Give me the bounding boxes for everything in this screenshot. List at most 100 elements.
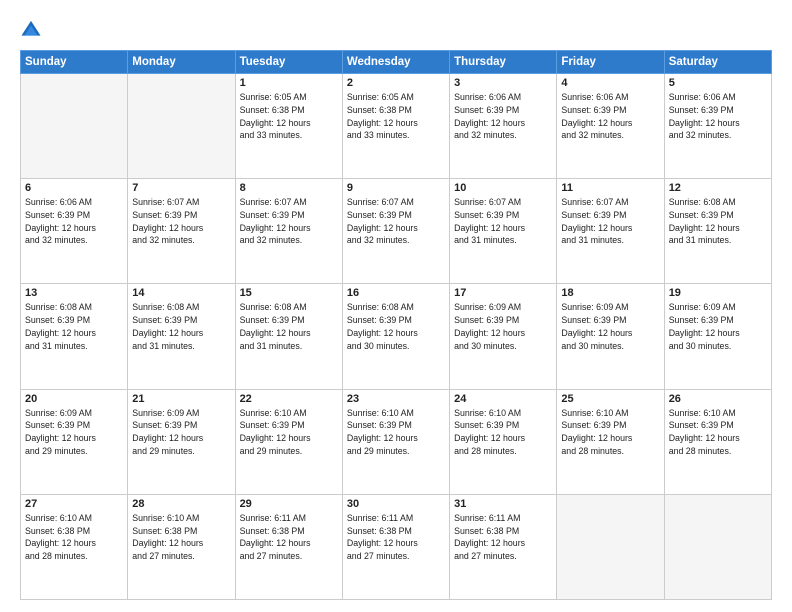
logo-icon [20, 18, 42, 40]
day-number: 7 [132, 182, 230, 194]
calendar-week-row: 20 Sunrise: 6:09 AMSunset: 6:39 PMDayligh… [21, 389, 772, 494]
calendar-day-cell: 19 Sunrise: 6:09 AMSunset: 6:39 PMDayligh… [664, 284, 771, 389]
calendar-day-cell: 29 Sunrise: 6:11 AMSunset: 6:38 PMDayligh… [235, 494, 342, 599]
calendar-day-cell: 16 Sunrise: 6:08 AMSunset: 6:39 PMDayligh… [342, 284, 449, 389]
day-info: Sunrise: 6:11 AMSunset: 6:38 PMDaylight:… [454, 512, 552, 563]
calendar-day-cell: 23Sunrise: 6:10 AMSunset: 6:39 PMDayligh… [342, 389, 449, 494]
calendar-day-cell: 1 Sunrise: 6:05 AMSunset: 6:38 PMDaylight… [235, 74, 342, 179]
day-info: Sunrise: 6:09 AMSunset: 6:39 PMDaylight:… [669, 301, 767, 352]
calendar-day-cell: 24Sunrise: 6:10 AMSunset: 6:39 PMDayligh… [450, 389, 557, 494]
day-info: Sunrise: 6:10 AMSunset: 6:38 PMDaylight:… [132, 512, 230, 563]
day-number: 28 [132, 498, 230, 510]
day-info: Sunrise: 6:08 AMSunset: 6:39 PMDaylight:… [347, 301, 445, 352]
day-info: Sunrise: 6:09 AMSunset: 6:39 PMDaylight:… [454, 301, 552, 352]
calendar-day-cell: 10 Sunrise: 6:07 AMSunset: 6:39 PMDayligh… [450, 179, 557, 284]
calendar-day-header: Saturday [664, 51, 771, 74]
calendar-day-cell: 4 Sunrise: 6:06 AMSunset: 6:39 PMDaylight… [557, 74, 664, 179]
logo [20, 18, 46, 40]
day-number: 19 [669, 287, 767, 299]
day-number: 8 [240, 182, 338, 194]
day-number: 22 [240, 393, 338, 405]
calendar-day-cell: 18 Sunrise: 6:09 AMSunset: 6:39 PMDayligh… [557, 284, 664, 389]
calendar-day-cell: 22 Sunrise: 6:10 AMSunset: 6:39 PMDayligh… [235, 389, 342, 494]
calendar-table: SundayMondayTuesdayWednesdayThursdayFrid… [20, 50, 772, 600]
day-info: Sunrise: 6:11 AMSunset: 6:38 PMDaylight:… [240, 512, 338, 563]
day-info: Sunrise: 6:07 AMSunset: 6:39 PMDaylight:… [561, 196, 659, 247]
day-number: 26 [669, 393, 767, 405]
day-info: Sunrise: 6:06 AMSunset: 6:39 PMDaylight:… [561, 91, 659, 142]
day-info: Sunrise: 6:10 AMSunset: 6:39 PMDaylight:… [669, 407, 767, 458]
day-info: Sunrise: 6:07 AMSunset: 6:39 PMDaylight:… [132, 196, 230, 247]
day-number: 30 [347, 498, 445, 510]
calendar-day-cell: 5Sunrise: 6:06 AMSunset: 6:39 PMDaylight… [664, 74, 771, 179]
day-number: 25 [561, 393, 659, 405]
day-number: 12 [669, 182, 767, 194]
day-number: 18 [561, 287, 659, 299]
day-info: Sunrise: 6:05 AMSunset: 6:38 PMDaylight:… [347, 91, 445, 142]
calendar-day-cell: 17 Sunrise: 6:09 AMSunset: 6:39 PMDayligh… [450, 284, 557, 389]
day-info: Sunrise: 6:11 AMSunset: 6:38 PMDaylight:… [347, 512, 445, 563]
calendar-day-cell: 21 Sunrise: 6:09 AMSunset: 6:39 PMDayligh… [128, 389, 235, 494]
day-number: 20 [25, 393, 123, 405]
day-info: Sunrise: 6:07 AMSunset: 6:39 PMDaylight:… [347, 196, 445, 247]
day-number: 13 [25, 287, 123, 299]
header [20, 18, 772, 40]
day-info: Sunrise: 6:08 AMSunset: 6:39 PMDaylight:… [25, 301, 123, 352]
day-info: Sunrise: 6:07 AMSunset: 6:39 PMDaylight:… [240, 196, 338, 247]
calendar-day-cell: 12 Sunrise: 6:08 AMSunset: 6:39 PMDayligh… [664, 179, 771, 284]
day-number: 2 [347, 77, 445, 89]
day-number: 4 [561, 77, 659, 89]
day-number: 14 [132, 287, 230, 299]
day-number: 9 [347, 182, 445, 194]
day-info: Sunrise: 6:09 AMSunset: 6:39 PMDaylight:… [561, 301, 659, 352]
calendar-day-cell [21, 74, 128, 179]
calendar-day-cell [664, 494, 771, 599]
day-number: 3 [454, 77, 552, 89]
calendar-day-cell: 8 Sunrise: 6:07 AMSunset: 6:39 PMDaylight… [235, 179, 342, 284]
day-number: 5 [669, 77, 767, 89]
day-info: Sunrise: 6:06 AMSunset: 6:39 PMDaylight:… [454, 91, 552, 142]
calendar-week-row: 27Sunrise: 6:10 AMSunset: 6:38 PMDayligh… [21, 494, 772, 599]
calendar-day-header: Wednesday [342, 51, 449, 74]
calendar-day-cell: 13 Sunrise: 6:08 AMSunset: 6:39 PMDayligh… [21, 284, 128, 389]
calendar-week-row: 13 Sunrise: 6:08 AMSunset: 6:39 PMDayligh… [21, 284, 772, 389]
calendar-header-row: SundayMondayTuesdayWednesdayThursdayFrid… [21, 51, 772, 74]
calendar-day-cell: 6 Sunrise: 6:06 AMSunset: 6:39 PMDaylight… [21, 179, 128, 284]
calendar-day-cell: 25 Sunrise: 6:10 AMSunset: 6:39 PMDayligh… [557, 389, 664, 494]
calendar-day-cell: 2 Sunrise: 6:05 AMSunset: 6:38 PMDaylight… [342, 74, 449, 179]
day-number: 21 [132, 393, 230, 405]
calendar-day-header: Friday [557, 51, 664, 74]
calendar-day-header: Sunday [21, 51, 128, 74]
calendar-week-row: 6 Sunrise: 6:06 AMSunset: 6:39 PMDaylight… [21, 179, 772, 284]
calendar-day-cell [128, 74, 235, 179]
day-number: 6 [25, 182, 123, 194]
day-info: Sunrise: 6:07 AMSunset: 6:39 PMDaylight:… [454, 196, 552, 247]
day-info: Sunrise: 6:05 AMSunset: 6:38 PMDaylight:… [240, 91, 338, 142]
day-info: Sunrise: 6:09 AMSunset: 6:39 PMDaylight:… [25, 407, 123, 458]
calendar-day-cell: 15 Sunrise: 6:08 AMSunset: 6:39 PMDayligh… [235, 284, 342, 389]
calendar-day-header: Monday [128, 51, 235, 74]
calendar-day-cell: 11 Sunrise: 6:07 AMSunset: 6:39 PMDayligh… [557, 179, 664, 284]
calendar-day-cell: 20 Sunrise: 6:09 AMSunset: 6:39 PMDayligh… [21, 389, 128, 494]
day-info: Sunrise: 6:06 AMSunset: 6:39 PMDaylight:… [25, 196, 123, 247]
calendar-day-cell: 28 Sunrise: 6:10 AMSunset: 6:38 PMDayligh… [128, 494, 235, 599]
day-info: Sunrise: 6:10 AMSunset: 6:39 PMDaylight:… [240, 407, 338, 458]
calendar-day-cell: 26 Sunrise: 6:10 AMSunset: 6:39 PMDayligh… [664, 389, 771, 494]
day-number: 15 [240, 287, 338, 299]
calendar-day-cell: 3 Sunrise: 6:06 AMSunset: 6:39 PMDaylight… [450, 74, 557, 179]
day-number: 10 [454, 182, 552, 194]
day-info: Sunrise: 6:08 AMSunset: 6:39 PMDaylight:… [240, 301, 338, 352]
day-info: Sunrise: 6:10 AMSunset: 6:39 PMDaylight:… [454, 407, 552, 458]
calendar-day-header: Tuesday [235, 51, 342, 74]
day-info: Sunrise: 6:10 AMSunset: 6:38 PMDaylight:… [25, 512, 123, 563]
day-number: 11 [561, 182, 659, 194]
day-number: 23 [347, 393, 445, 405]
day-info: Sunrise: 6:09 AMSunset: 6:39 PMDaylight:… [132, 407, 230, 458]
day-number: 17 [454, 287, 552, 299]
day-number: 1 [240, 77, 338, 89]
day-number: 16 [347, 287, 445, 299]
day-info: Sunrise: 6:10 AMSunset: 6:39 PMDaylight:… [561, 407, 659, 458]
calendar-week-row: 1 Sunrise: 6:05 AMSunset: 6:38 PMDaylight… [21, 74, 772, 179]
day-info: Sunrise: 6:08 AMSunset: 6:39 PMDaylight:… [669, 196, 767, 247]
day-number: 29 [240, 498, 338, 510]
